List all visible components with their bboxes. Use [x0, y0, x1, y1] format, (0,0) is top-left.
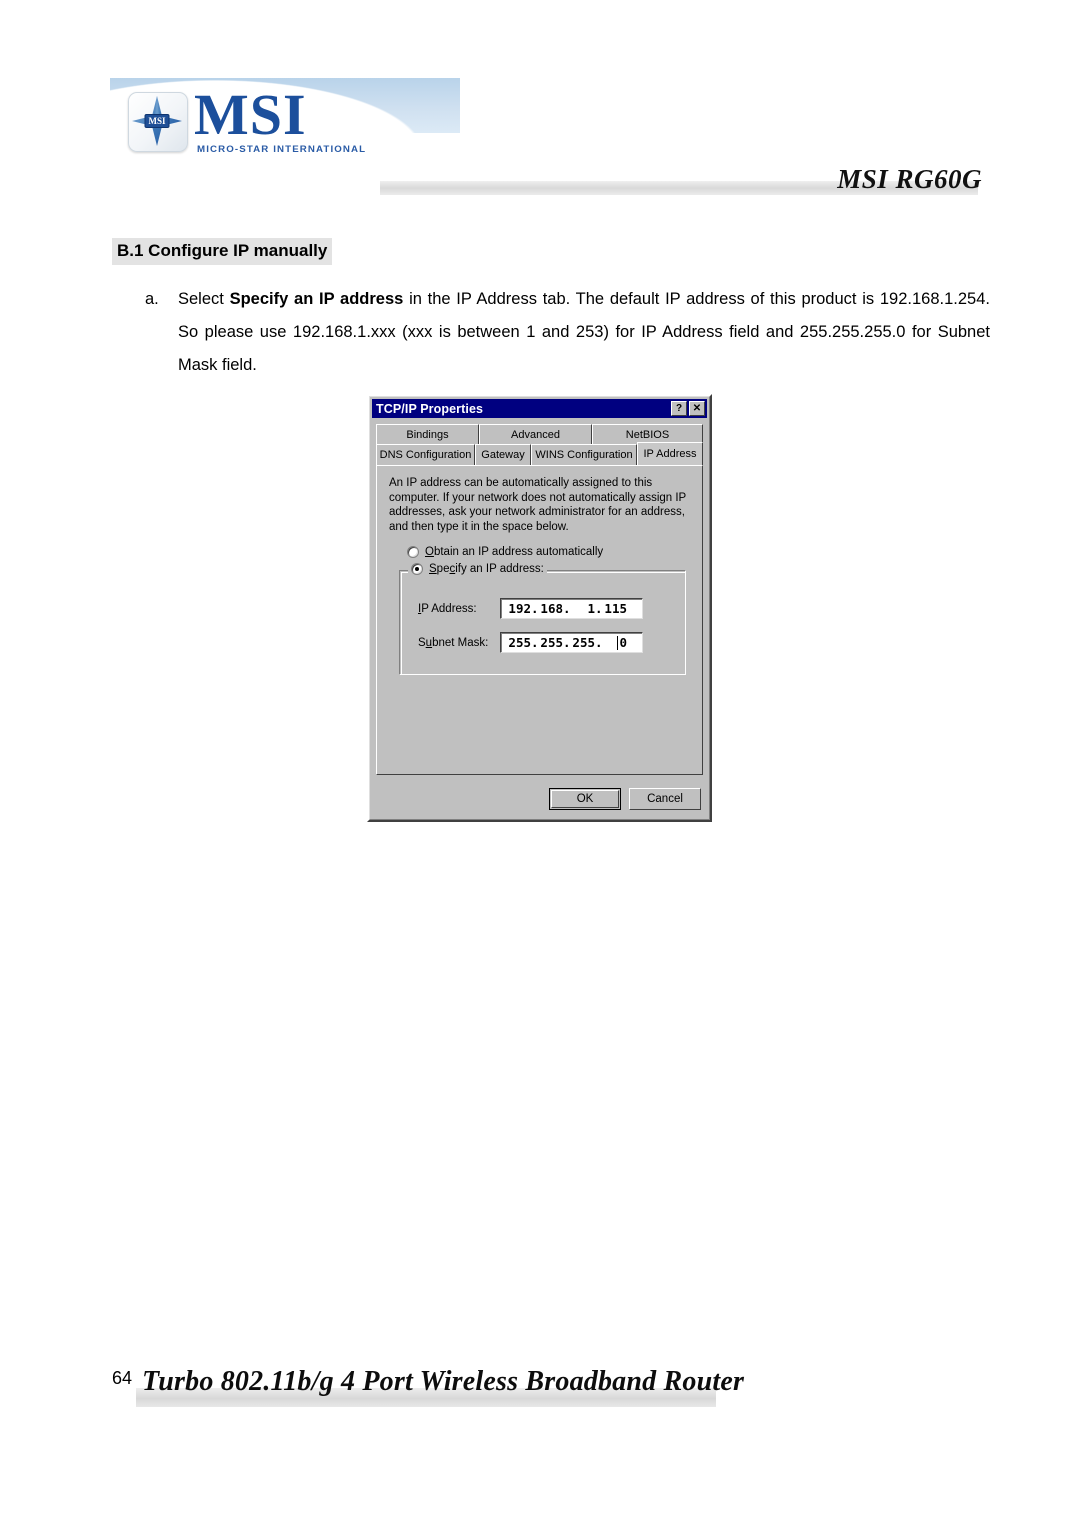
specify-ip-groupbox: Specify an IP address: IP Address: 192 .… — [399, 563, 686, 675]
mask-octet-2[interactable]: 255 — [537, 635, 563, 650]
radio-obtain-indicator[interactable] — [407, 546, 419, 558]
footer-product-title: Turbo 802.11b/g 4 Port Wireless Broadban… — [142, 1366, 745, 1397]
tab-description-text: An IP address can be automatically assig… — [389, 477, 687, 533]
radio-obtain-label: Obtain an IP address automatically — [425, 546, 603, 558]
help-icon[interactable]: ? — [671, 401, 687, 416]
instruction-text: Select Specify an IP address in the IP A… — [178, 283, 990, 382]
subnet-mask-field-row: Subnet Mask: 255 . 255 . 255 . 0 — [418, 632, 643, 653]
tab-gateway[interactable]: Gateway — [475, 444, 531, 465]
radio-specify-ip-address[interactable]: Specify an IP address: — [408, 563, 547, 575]
mask-octet-4[interactable]: 0 — [601, 635, 627, 650]
svg-text:MSI: MSI — [148, 116, 166, 126]
tab-row-lower: DNS Configuration Gateway WINS Configura… — [376, 442, 703, 465]
brand-header: MSI MSI MICRO-STAR INTERNATIONAL — [110, 78, 460, 155]
radio-specify-mid: pe — [436, 563, 450, 575]
ip-octet-4[interactable]: 115 — [601, 601, 627, 616]
subnet-mask-input[interactable]: 255 . 255 . 255 . 0 — [500, 632, 643, 653]
mask-octet-3[interactable]: 255 — [569, 635, 595, 650]
section-heading: B.1 Configure IP manually — [112, 238, 333, 265]
text-cursor — [617, 635, 618, 650]
product-model-title: MSI RG60G — [837, 164, 982, 194]
tab-advanced[interactable]: Advanced — [479, 424, 592, 445]
dialog-titlebar[interactable]: TCP/IP Properties ? ✕ — [372, 399, 707, 418]
tab-dns-configuration[interactable]: DNS Configuration — [376, 444, 475, 465]
tab-panel-ip-address: An IP address can be automatically assig… — [376, 465, 703, 775]
radio-specify-label: Specify an IP address: — [429, 563, 544, 575]
ok-button[interactable]: OK — [549, 788, 621, 810]
msi-compass-logo-icon: MSI — [128, 92, 188, 152]
radio-obtain-accel: O — [425, 546, 434, 558]
radio-specify-rest: ify an IP address: — [455, 563, 544, 575]
radio-obtain-ip-automatically[interactable]: Obtain an IP address automatically — [407, 546, 603, 558]
titlebar-buttons: ? ✕ — [671, 401, 705, 416]
ip-address-label-rest: P Address: — [421, 602, 477, 615]
radio-specify-accel: S — [429, 563, 437, 575]
ip-octet-3[interactable]: 1 — [569, 601, 595, 616]
ok-button-label: OK — [551, 790, 619, 808]
ip-address-input[interactable]: 192 . 168 . 1 . 115 — [500, 598, 643, 619]
page-number: 64 — [112, 1368, 133, 1388]
dialog-title: TCP/IP Properties — [376, 401, 484, 416]
tab-bindings[interactable]: Bindings — [376, 424, 479, 445]
mask-octet-1[interactable]: 255 — [505, 635, 531, 650]
msi-wordmark: MSI — [194, 82, 307, 147]
dialog-tab-strip: Bindings Advanced NetBIOS DNS Configurat… — [376, 424, 703, 466]
cancel-button[interactable]: Cancel — [629, 788, 701, 810]
close-icon[interactable]: ✕ — [689, 401, 705, 416]
subnet-mask-label-pre: S — [418, 636, 426, 649]
instruction-text-part1: Select — [178, 290, 230, 308]
ip-octet-2[interactable]: 168 — [537, 601, 563, 616]
instruction-paragraph: a. Select Specify an IP address in the I… — [145, 283, 990, 382]
radio-obtain-rest: btain an IP address automatically — [433, 546, 604, 558]
tcpip-properties-dialog: TCP/IP Properties ? ✕ Bindings Advanced … — [367, 394, 712, 822]
ip-address-label: IP Address: — [418, 603, 500, 615]
subnet-mask-label-rest: bnet Mask: — [432, 636, 489, 649]
tab-ip-address[interactable]: IP Address — [637, 442, 703, 465]
instruction-text-bold: Specify an IP address — [229, 290, 404, 308]
tab-wins-configuration[interactable]: WINS Configuration — [531, 444, 637, 465]
msi-tagline: MICRO-STAR INTERNATIONAL — [197, 144, 367, 155]
dialog-button-row: OK Cancel — [549, 788, 701, 810]
list-marker: a. — [145, 290, 159, 308]
ip-octet-1[interactable]: 192 — [505, 601, 531, 616]
ip-address-field-row: IP Address: 192 . 168 . 1 . 115 — [418, 598, 643, 619]
subnet-mask-label: Subnet Mask: — [418, 637, 500, 649]
radio-specify-indicator[interactable] — [411, 563, 423, 575]
